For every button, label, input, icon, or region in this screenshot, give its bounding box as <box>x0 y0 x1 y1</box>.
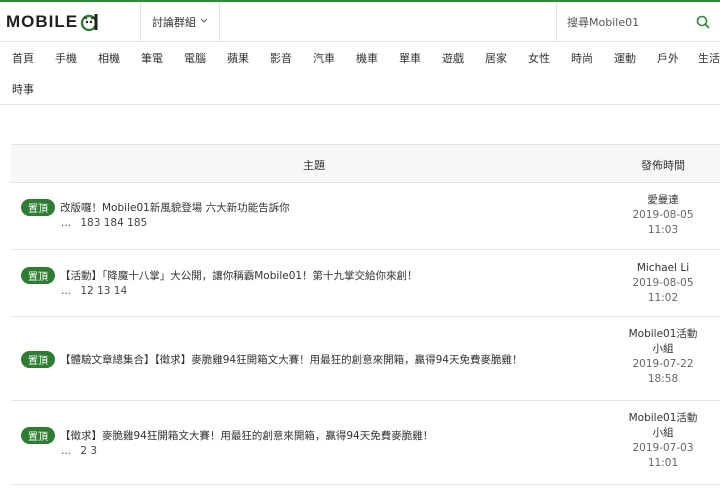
top-header: MOBILE 討論群組 <box>0 0 720 42</box>
table-header: 主題 發佈時間 <box>11 145 720 183</box>
nav-item-av[interactable]: 影音 <box>270 50 292 66</box>
author-name-line2: 小組 <box>652 427 674 439</box>
nav-item-phone[interactable]: 手機 <box>55 50 77 66</box>
post-meta: Michael Li 2019-08-05 11:02 <box>613 261 713 306</box>
page-link[interactable]: 3 <box>90 445 97 457</box>
nav-item-home[interactable]: 首頁 <box>12 50 34 66</box>
pinned-badge: 置頂 <box>21 427 55 444</box>
nav-item-bicycle[interactable]: 單車 <box>399 50 421 66</box>
forum-groups-menu[interactable]: 討論群組 <box>140 2 220 42</box>
author-link[interactable]: 愛曼達 <box>613 193 713 208</box>
page-link[interactable]: 183 <box>80 217 100 229</box>
search-box <box>556 2 720 42</box>
page-link[interactable]: 12 <box>80 285 93 297</box>
post-date: 2019-08-05 <box>632 209 694 221</box>
page-ellipsis: ... <box>61 445 72 457</box>
nav-item-games[interactable]: 遊戲 <box>442 50 464 66</box>
page-link[interactable]: 2 <box>80 445 87 457</box>
mobile01-logo[interactable]: MOBILE <box>6 10 100 34</box>
topic-title-link[interactable]: 改版囉！Mobile01新風貌登場 六大新功能告訴你 <box>60 200 290 215</box>
table-row: 置頂 改版囉！Mobile01新風貌登場 六大新功能告訴你 ... 183 18… <box>11 183 720 250</box>
post-time: 11:02 <box>647 292 679 304</box>
page-ellipsis: ... <box>61 217 72 229</box>
search-input[interactable] <box>567 15 687 29</box>
topic-table: 主題 發佈時間 置頂 改版囉！Mobile01新風貌登場 六大新功能告訴你 ..… <box>11 144 720 485</box>
post-meta: Mobile01活動 小組 2019-07-03 11:01 <box>613 411 713 471</box>
author-link[interactable]: Mobile01活動 小組 <box>613 327 713 357</box>
pinned-badge: 置頂 <box>21 267 55 284</box>
post-date: 2019-07-22 <box>632 358 694 370</box>
post-date: 2019-07-03 <box>632 442 694 454</box>
nav-item-motorcycle[interactable]: 機車 <box>356 50 378 66</box>
table-row: 置頂 【徵求】麥脆雞94狂開箱文大賽！用最狂的創意來開箱，贏得94天免費麥脆雞！… <box>11 401 720 485</box>
post-date: 2019-08-05 <box>632 277 694 289</box>
logo-text: MOBILE <box>6 12 79 31</box>
nav-item-notebook[interactable]: 筆電 <box>141 50 163 66</box>
pinned-badge: 置頂 <box>21 351 55 368</box>
chevron-down-icon <box>200 17 208 27</box>
table-row: 置頂 【活動】「降魔十八掌」大公開，讓你稱霸Mobile01！第十九掌交給你來創… <box>11 250 720 317</box>
topic-title-link[interactable]: 【徵求】麥脆雞94狂開箱文大賽！用最狂的創意來開箱，贏得94天免費麥脆雞！ <box>60 428 433 443</box>
nav-item-camera[interactable]: 相機 <box>98 50 120 66</box>
page-link[interactable]: 184 <box>104 217 124 229</box>
page-links: ... 183 184 185 <box>61 217 147 229</box>
post-meta: 愛曼達 2019-08-05 11:03 <box>613 193 713 238</box>
nav-item-sports[interactable]: 運動 <box>614 50 636 66</box>
author-name-line1: Mobile01活動 <box>628 328 698 340</box>
nav-item-life[interactable]: 生活 <box>698 50 720 66</box>
page-link[interactable]: 185 <box>127 217 147 229</box>
post-meta: Mobile01活動 小組 2019-07-22 18:58 <box>613 327 713 387</box>
page-ellipsis: ... <box>61 285 72 297</box>
pinned-badge: 置頂 <box>21 199 55 216</box>
author-link[interactable]: Mobile01活動 小組 <box>613 411 713 441</box>
forum-groups-label: 討論群組 <box>152 16 196 29</box>
post-time: 18:58 <box>647 373 679 385</box>
column-header-topic: 主題 <box>303 159 325 172</box>
page-link[interactable]: 14 <box>114 285 127 297</box>
page-links: ... 12 13 14 <box>61 285 127 297</box>
table-row: 置頂 【體驗文章總集合】【徵求】麥脆雞94狂開箱文大賽！用最狂的創意來開箱，贏得… <box>11 317 720 401</box>
nav-item-current-affairs[interactable]: 時事 <box>12 81 34 97</box>
page-link[interactable]: 13 <box>97 285 110 297</box>
nav-item-car[interactable]: 汽車 <box>313 50 335 66</box>
nav-item-computer[interactable]: 電腦 <box>184 50 206 66</box>
search-icon[interactable] <box>696 15 710 29</box>
topic-title-link[interactable]: 【活動】「降魔十八掌」大公開，讓你稱霸Mobile01！第十九掌交給你來創！ <box>60 268 418 283</box>
category-nav: 首頁 手機 相機 筆電 電腦 蘋果 影音 汽車 機車 單車 遊戲 居家 女性 時… <box>0 43 720 105</box>
nav-item-outdoor[interactable]: 戶外 <box>657 50 679 66</box>
post-time: 11:03 <box>647 224 679 236</box>
nav-item-apple[interactable]: 蘋果 <box>227 50 249 66</box>
logo-01-icon <box>80 14 98 32</box>
page-links: ... 2 3 <box>61 445 97 457</box>
nav-item-women[interactable]: 女性 <box>528 50 550 66</box>
author-name-line2: 小組 <box>652 343 674 355</box>
author-link[interactable]: Michael Li <box>613 261 713 276</box>
topic-title-link[interactable]: 【體驗文章總集合】【徵求】麥脆雞94狂開箱文大賽！用最狂的創意來開箱，贏得94天… <box>60 352 522 367</box>
post-time: 11:01 <box>647 457 679 469</box>
column-header-date: 發佈時間 <box>641 159 685 172</box>
nav-item-fashion[interactable]: 時尚 <box>571 50 593 66</box>
author-name-line1: Mobile01活動 <box>628 412 698 424</box>
nav-item-home-living[interactable]: 居家 <box>485 50 507 66</box>
